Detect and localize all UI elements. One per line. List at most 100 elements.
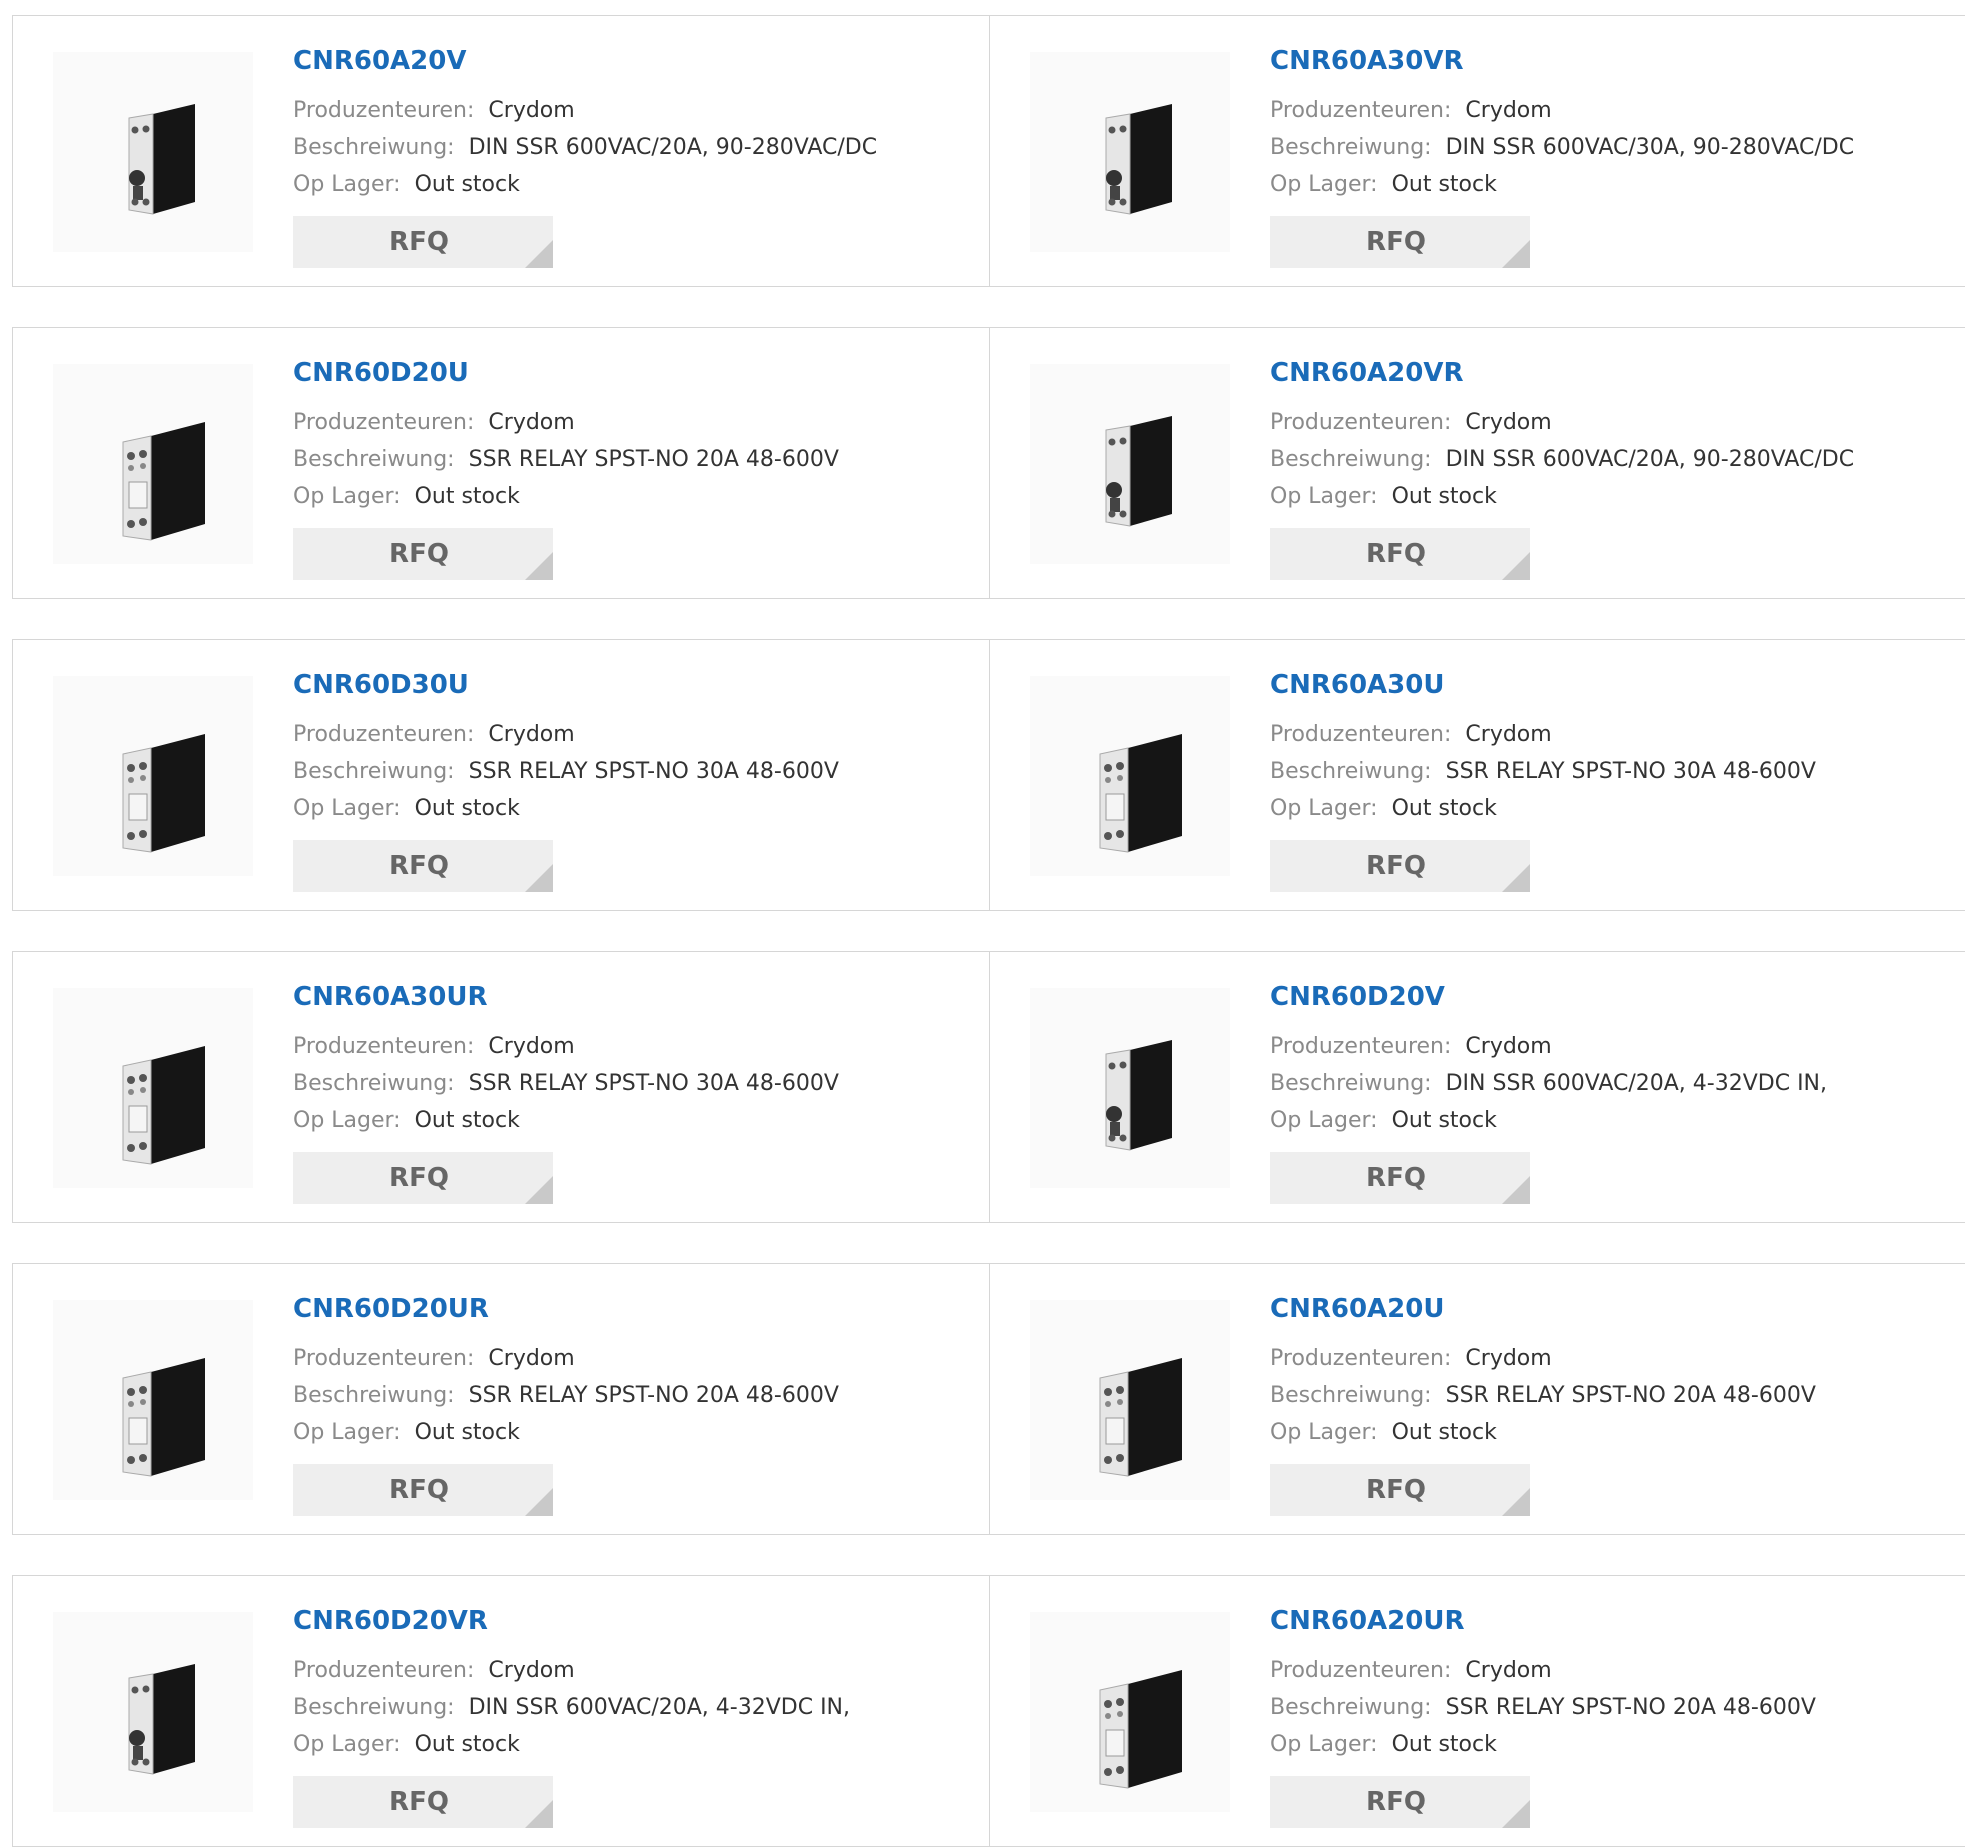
- description-row: Beschreiwung: SSR RELAY SPST-NO 20A 48-60…: [293, 1383, 839, 1408]
- product-card: CNR60A30U Produzenteuren: Crydom Beschrei…: [989, 639, 1965, 911]
- manufacturer-value: Crydom: [1465, 1346, 1552, 1371]
- part-number-link[interactable]: CNR60A20U: [1270, 1294, 1444, 1324]
- product-image[interactable]: [1030, 988, 1230, 1188]
- stock-row: Op Lager: Out stock: [293, 1420, 520, 1445]
- stock-label: Op Lager:: [293, 484, 401, 509]
- manufacturer-value: Crydom: [1465, 722, 1552, 747]
- rfq-button[interactable]: RFQ: [293, 216, 553, 268]
- rfq-label: RFQ: [1366, 1475, 1426, 1505]
- manufacturer-value: Crydom: [1465, 98, 1552, 123]
- rfq-label: RFQ: [389, 1475, 449, 1505]
- rfq-button[interactable]: RFQ: [1270, 528, 1530, 580]
- din-relay-icon: [128, 104, 195, 215]
- part-number-link[interactable]: CNR60D20U: [293, 358, 469, 388]
- part-number-link[interactable]: CNR60D20VR: [293, 1606, 488, 1636]
- description-label: Beschreiwung:: [293, 135, 455, 160]
- description-row: Beschreiwung: SSR RELAY SPST-NO 30A 48-60…: [293, 759, 839, 784]
- manufacturer-row: Produzenteuren: Crydom: [1270, 1346, 1552, 1371]
- rfq-button[interactable]: RFQ: [1270, 1464, 1530, 1516]
- stock-label: Op Lager:: [1270, 1420, 1378, 1445]
- stock-label: Op Lager:: [1270, 484, 1378, 509]
- rfq-button[interactable]: RFQ: [1270, 216, 1530, 268]
- product-image[interactable]: [53, 1612, 253, 1812]
- description-value: DIN SSR 600VAC/20A, 4-32VDC IN,: [468, 1695, 851, 1720]
- corner-triangle-icon: [525, 1800, 553, 1828]
- stock-value: Out stock: [414, 796, 520, 821]
- product-card: CNR60A20U Produzenteuren: Crydom Beschrei…: [989, 1263, 1965, 1535]
- product-card: CNR60A20VR Produzenteuren: Crydom Beschre…: [989, 327, 1965, 599]
- part-number-link[interactable]: CNR60D30U: [293, 670, 469, 700]
- stock-value: Out stock: [1391, 796, 1497, 821]
- corner-triangle-icon: [1502, 1176, 1530, 1204]
- product-card: CNR60A20UR Produzenteuren: Crydom Beschre…: [989, 1575, 1965, 1847]
- stock-label: Op Lager:: [1270, 1732, 1378, 1757]
- product-image[interactable]: [53, 364, 253, 564]
- product-image[interactable]: [1030, 1300, 1230, 1500]
- rfq-button[interactable]: RFQ: [1270, 1776, 1530, 1828]
- part-number-link[interactable]: CNR60D20UR: [293, 1294, 489, 1324]
- manufacturer-value: Crydom: [1465, 1034, 1552, 1059]
- part-number-link[interactable]: CNR60D20V: [1270, 982, 1445, 1012]
- manufacturer-label: Produzenteuren:: [1270, 722, 1452, 747]
- part-number-link[interactable]: CNR60A30U: [1270, 670, 1444, 700]
- manufacturer-row: Produzenteuren: Crydom: [293, 98, 575, 123]
- part-number-link[interactable]: CNR60A20V: [293, 46, 466, 76]
- manufacturer-row: Produzenteuren: Crydom: [1270, 722, 1552, 747]
- stock-label: Op Lager:: [1270, 172, 1378, 197]
- corner-triangle-icon: [1502, 864, 1530, 892]
- corner-triangle-icon: [525, 240, 553, 268]
- rfq-button[interactable]: RFQ: [293, 1776, 553, 1828]
- description-value: SSR RELAY SPST-NO 30A 48-600V: [468, 1071, 839, 1096]
- description-value: DIN SSR 600VAC/20A, 90-280VAC/DC: [468, 135, 878, 160]
- rfq-button[interactable]: RFQ: [293, 1464, 553, 1516]
- description-row: Beschreiwung: SSR RELAY SPST-NO 30A 48-60…: [1270, 759, 1816, 784]
- product-row: CNR60D20U Produzenteuren: Crydom Beschrei…: [12, 327, 1965, 599]
- rfq-label: RFQ: [1366, 1163, 1426, 1193]
- manufacturer-row: Produzenteuren: Crydom: [1270, 410, 1552, 435]
- corner-triangle-icon: [1502, 552, 1530, 580]
- manufacturer-value: Crydom: [488, 98, 575, 123]
- description-row: Beschreiwung: SSR RELAY SPST-NO 20A 48-60…: [293, 447, 839, 472]
- product-image[interactable]: [1030, 364, 1230, 564]
- manufacturer-row: Produzenteuren: Crydom: [293, 1346, 575, 1371]
- manufacturer-row: Produzenteuren: Crydom: [293, 1658, 575, 1683]
- rfq-button[interactable]: RFQ: [293, 840, 553, 892]
- part-number-link[interactable]: CNR60A20VR: [1270, 358, 1464, 388]
- product-image[interactable]: [1030, 1612, 1230, 1812]
- manufacturer-label: Produzenteuren:: [1270, 1346, 1452, 1371]
- product-image[interactable]: [1030, 52, 1230, 252]
- product-image[interactable]: [53, 52, 253, 252]
- rfq-label: RFQ: [389, 227, 449, 257]
- din-relay-icon: [128, 1664, 195, 1775]
- stock-value: Out stock: [414, 1108, 520, 1133]
- rfq-button[interactable]: RFQ: [1270, 1152, 1530, 1204]
- stock-row: Op Lager: Out stock: [293, 484, 520, 509]
- manufacturer-label: Produzenteuren:: [293, 98, 475, 123]
- description-row: Beschreiwung: DIN SSR 600VAC/20A, 90-280V…: [293, 135, 877, 160]
- product-image[interactable]: [1030, 676, 1230, 876]
- rfq-label: RFQ: [389, 851, 449, 881]
- manufacturer-label: Produzenteuren:: [1270, 98, 1452, 123]
- description-label: Beschreiwung:: [1270, 1695, 1432, 1720]
- stock-value: Out stock: [1391, 172, 1497, 197]
- manufacturer-label: Produzenteuren:: [293, 1034, 475, 1059]
- corner-triangle-icon: [1502, 1800, 1530, 1828]
- rfq-label: RFQ: [389, 539, 449, 569]
- description-row: Beschreiwung: DIN SSR 600VAC/30A, 90-280V…: [1270, 135, 1854, 160]
- part-number-link[interactable]: CNR60A30UR: [293, 982, 487, 1012]
- part-number-link[interactable]: CNR60A30VR: [1270, 46, 1464, 76]
- manufacturer-label: Produzenteuren:: [293, 722, 475, 747]
- description-label: Beschreiwung:: [293, 1071, 455, 1096]
- manufacturer-row: Produzenteuren: Crydom: [293, 722, 575, 747]
- rfq-button[interactable]: RFQ: [1270, 840, 1530, 892]
- description-value: SSR RELAY SPST-NO 20A 48-600V: [468, 447, 839, 472]
- product-image[interactable]: [53, 1300, 253, 1500]
- rfq-button[interactable]: RFQ: [293, 528, 553, 580]
- stock-value: Out stock: [1391, 1108, 1497, 1133]
- part-number-link[interactable]: CNR60A20UR: [1270, 1606, 1464, 1636]
- product-image[interactable]: [53, 676, 253, 876]
- product-card: CNR60A30UR Produzenteuren: Crydom Beschre…: [12, 951, 990, 1223]
- product-image[interactable]: [53, 988, 253, 1188]
- rfq-button[interactable]: RFQ: [293, 1152, 553, 1204]
- manufacturer-value: Crydom: [488, 1658, 575, 1683]
